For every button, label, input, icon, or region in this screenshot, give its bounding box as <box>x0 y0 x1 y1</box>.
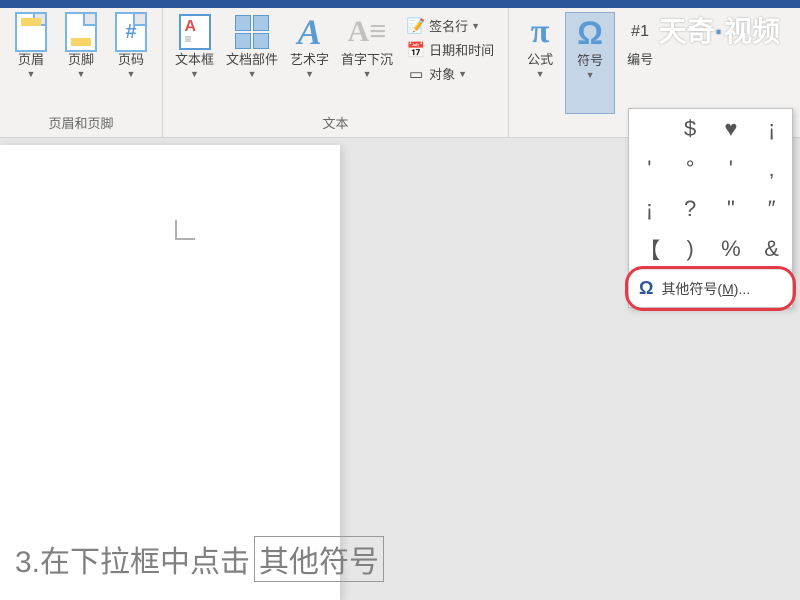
symbol-cell[interactable]: 【 <box>629 229 670 269</box>
chevron-down-icon: ▼ <box>248 69 257 79</box>
watermark: 天奇·视频 <box>659 10 780 50</box>
chevron-down-icon: ▼ <box>305 69 314 79</box>
symbol-cell[interactable]: ″ <box>751 189 792 229</box>
symbol-cell[interactable]: ' <box>711 149 752 189</box>
symbol-cell[interactable]: ' <box>629 149 670 189</box>
date-time-button[interactable]: 📅 日期和时间 <box>403 38 498 61</box>
footer-button[interactable]: 页脚 ▼ <box>56 12 106 110</box>
chevron-down-icon: ▼ <box>471 21 480 31</box>
equation-button[interactable]: π 公式 ▼ <box>515 12 565 114</box>
group-label: 文本 <box>169 110 502 137</box>
page-number-icon: # <box>113 14 149 50</box>
dropcap-icon: A≡ <box>349 14 385 50</box>
object-button[interactable]: ▭ 对象 ▼ <box>403 62 498 85</box>
symbol-cell[interactable]: " <box>711 189 752 229</box>
calendar-icon: 📅 <box>407 41 425 59</box>
pi-icon: π <box>522 14 558 50</box>
dropcap-button[interactable]: A≡ 首字下沉 ▼ <box>335 12 399 110</box>
symbol-cell[interactable]: % <box>711 229 752 269</box>
chevron-down-icon: ▼ <box>586 70 595 80</box>
margin-mark <box>175 220 195 240</box>
chevron-down-icon: ▼ <box>127 69 136 79</box>
symbol-cell[interactable]: ¡ <box>629 189 670 229</box>
symbol-cell[interactable]: ? <box>670 189 711 229</box>
document-canvas[interactable] <box>0 145 340 600</box>
textbox-button[interactable]: 文本框 ▼ <box>169 12 220 110</box>
group-text: 文本框 ▼ 文档部件 ▼ A 艺术字 ▼ A≡ 首字下沉 ▼ 📝 <box>163 8 509 137</box>
number-button[interactable]: #1 编号 <box>615 12 665 114</box>
symbol-dropdown: $ ♥ ¡ ' ° ' ‚ ¡ ? " ″ 【 ) % & Ω 其他符号(M).… <box>628 108 793 308</box>
symbol-cell[interactable]: ° <box>670 149 711 189</box>
more-symbols-label: 其他符号(M)... <box>661 279 750 299</box>
more-symbols-button[interactable]: Ω 其他符号(M)... <box>629 269 792 307</box>
page-number-button[interactable]: # 页码 ▼ <box>106 12 156 110</box>
instruction-caption: 3.在下拉框中点击其他符号 <box>15 536 384 582</box>
quick-parts-button[interactable]: 文档部件 ▼ <box>220 12 284 110</box>
wordart-icon: A <box>292 14 328 50</box>
chevron-down-icon: ▼ <box>536 69 545 79</box>
symbol-cell[interactable]: & <box>751 229 792 269</box>
title-bar <box>0 0 800 8</box>
textbox-icon <box>177 14 213 50</box>
omega-icon: Ω <box>639 278 653 299</box>
symbol-grid: $ ♥ ¡ ' ° ' ‚ ¡ ? " ″ 【 ) % & <box>629 109 792 269</box>
chevron-down-icon: ▼ <box>77 69 86 79</box>
symbol-button[interactable]: Ω 符号 ▼ <box>565 12 615 114</box>
object-icon: ▭ <box>407 65 425 83</box>
number-icon: #1 <box>622 14 658 50</box>
header-icon <box>13 14 49 50</box>
symbol-cell[interactable]: ¡ <box>751 109 792 149</box>
symbol-cell[interactable]: $ <box>670 109 711 149</box>
signature-line-button[interactable]: 📝 签名行 ▼ <box>403 14 498 37</box>
group-header-footer: 页眉 ▼ 页脚 ▼ # 页码 ▼ 页眉和页脚 <box>0 8 163 137</box>
chevron-down-icon: ▼ <box>363 69 372 79</box>
chevron-down-icon: ▼ <box>27 69 36 79</box>
symbol-cell[interactable]: ) <box>670 229 711 269</box>
chevron-down-icon: ▼ <box>458 69 467 79</box>
symbol-cell[interactable]: ‚ <box>751 149 792 189</box>
quick-parts-icon <box>234 14 270 50</box>
signature-icon: 📝 <box>407 17 425 35</box>
header-button[interactable]: 页眉 ▼ <box>6 12 56 110</box>
footer-icon <box>63 14 99 50</box>
chevron-down-icon: ▼ <box>190 69 199 79</box>
omega-icon: Ω <box>572 15 608 51</box>
symbol-cell[interactable] <box>629 109 670 149</box>
symbol-cell[interactable]: ♥ <box>711 109 752 149</box>
group-label: 页眉和页脚 <box>6 110 156 137</box>
wordart-button[interactable]: A 艺术字 ▼ <box>284 12 335 110</box>
